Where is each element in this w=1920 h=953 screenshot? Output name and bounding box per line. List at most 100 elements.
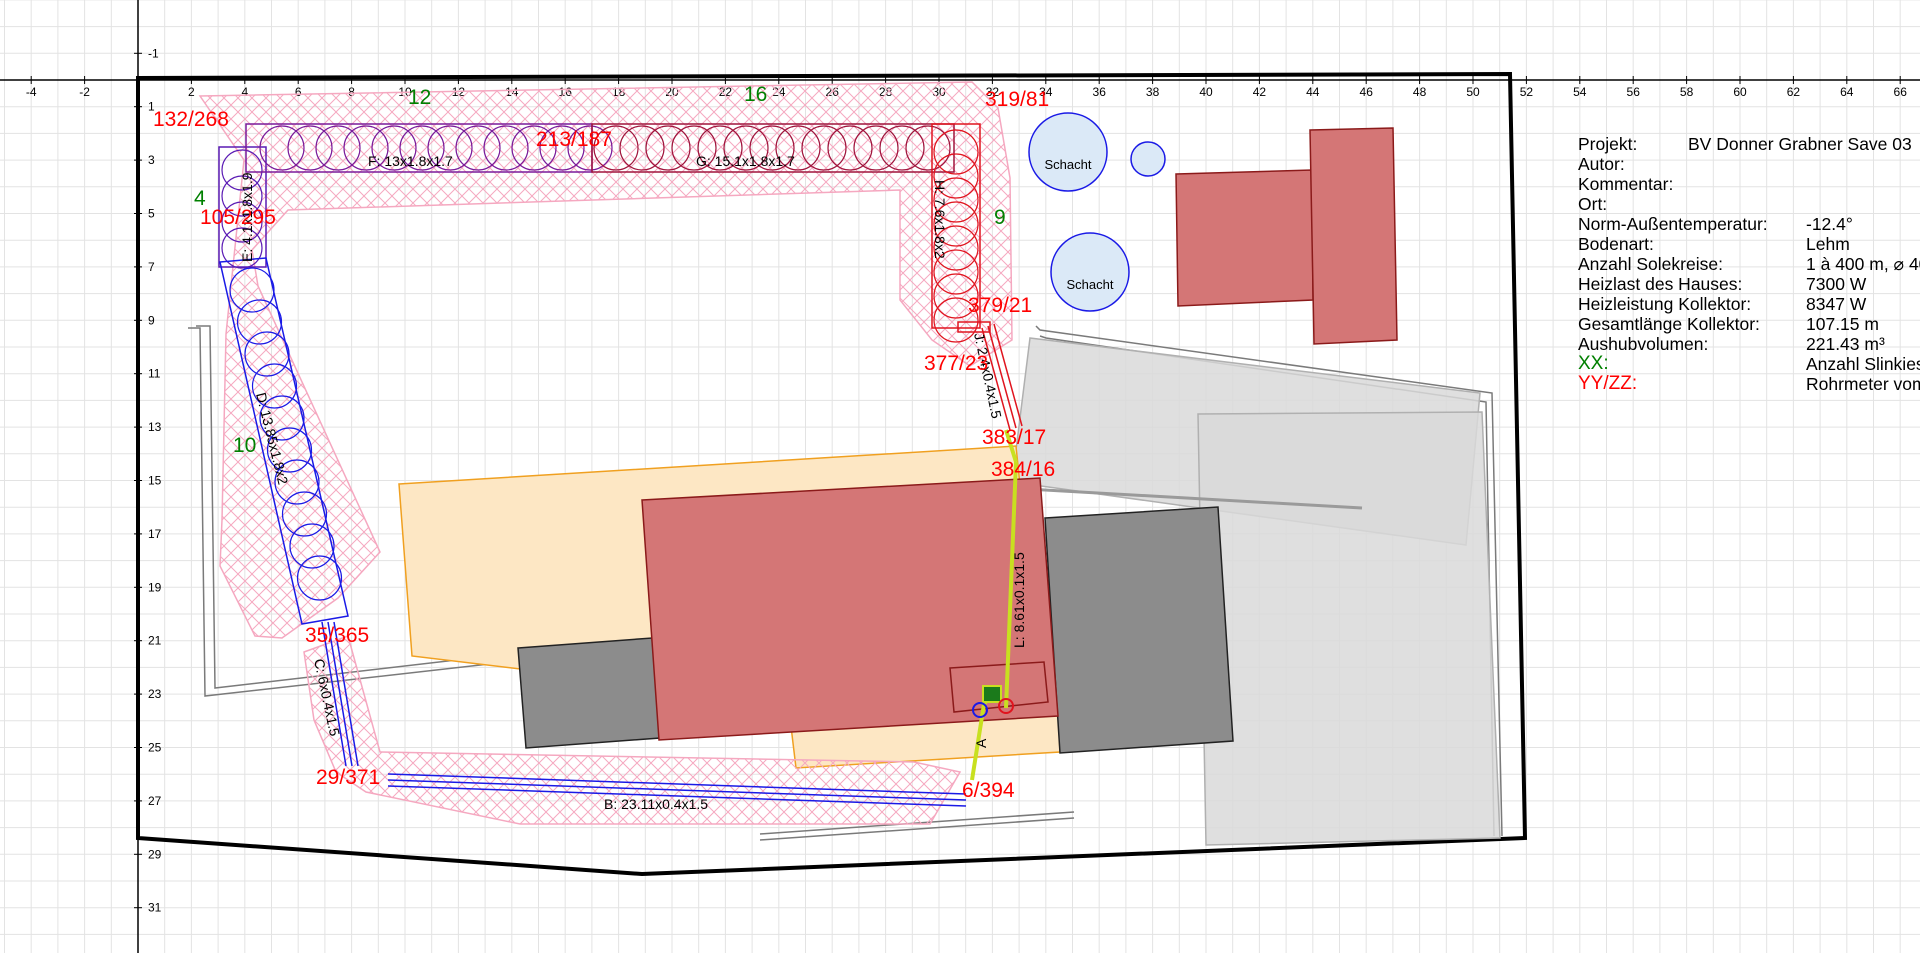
y-tick-label: 29 <box>148 847 162 861</box>
y-tick-label: 21 <box>148 634 162 648</box>
info-label: Autor: <box>1578 154 1625 174</box>
x-tick-label: 58 <box>1680 85 1694 99</box>
y-tick-label: 3 <box>148 153 155 167</box>
info-row: Kommentar: <box>1578 174 1920 194</box>
x-tick-label: 44 <box>1306 85 1320 99</box>
pipe-meter-label: 319/81 <box>985 88 1049 111</box>
info-row-projekt: Projekt: BV Donner Grabner Save 03 <box>1578 134 1920 154</box>
legend-value: Rohrmeter vom Verteiler <box>1806 374 1920 394</box>
shaft-2[interactable]: Schacht <box>1050 232 1130 312</box>
y-tick-label: 5 <box>148 207 155 221</box>
y-tick-label: 27 <box>148 794 162 808</box>
info-label: Aushubvolumen: <box>1578 334 1709 354</box>
info-value: BV Donner Grabner Save 03 <box>1688 134 1912 154</box>
x-tick-label: -4 <box>26 85 37 99</box>
shaft-2-label: Schacht <box>1067 277 1114 292</box>
info-value: 221.43 m³ <box>1806 334 1885 354</box>
info-value: 107.15 m <box>1806 314 1879 334</box>
distributor-box[interactable] <box>982 685 1002 703</box>
y-tick-label: 19 <box>148 580 162 594</box>
y-tick-label: 31 <box>148 901 162 915</box>
shaft-1[interactable]: Schacht <box>1028 112 1108 192</box>
label-collector-g: G: 15.1x1.8x1.7 <box>696 153 795 169</box>
y-tick-label: 13 <box>148 420 162 434</box>
info-row: Autor: <box>1578 154 1920 174</box>
pipe-meter-label: 29/371 <box>316 766 380 789</box>
info-label: Heizleistung Kollektor: <box>1578 294 1752 314</box>
info-row: Anzahl Solekreise: 1 à 400 m, ⌀ 40 <box>1578 254 1920 274</box>
y-tick-label: 17 <box>148 527 162 541</box>
info-label: Heizlast des Hauses: <box>1578 274 1743 294</box>
building-ne-west <box>1175 169 1314 307</box>
info-row: Ort: <box>1578 194 1920 214</box>
info-row: Aushubvolumen: 221.43 m³ <box>1578 334 1920 354</box>
info-label: Anzahl Solekreise: <box>1578 254 1723 274</box>
pipe-meter-label: 379/21 <box>968 294 1032 317</box>
x-tick-label: 48 <box>1413 85 1427 99</box>
slinky-count: 9 <box>994 206 1006 229</box>
slinky-count: 4 <box>194 187 206 210</box>
label-collector-a: A <box>973 738 989 748</box>
pipe-meter-label: 105/295 <box>200 206 276 229</box>
info-label: Gesamtlänge Kollektor: <box>1578 314 1760 334</box>
pipe-meter-label: 377/23 <box>924 352 988 375</box>
shaft-1-label: Schacht <box>1045 157 1092 172</box>
legend-row-slinkies: XX: Anzahl Slinkies <box>1578 353 1920 375</box>
y-tick-label: 11 <box>148 367 161 381</box>
x-tick-label: 56 <box>1627 85 1641 99</box>
info-row: Heizleistung Kollektor: 8347 W <box>1578 294 1920 314</box>
garage-west <box>517 637 661 749</box>
info-value: -12.4° <box>1806 214 1853 234</box>
pipe-meter-label: 383/17 <box>982 426 1046 449</box>
garage-east <box>1044 506 1234 754</box>
info-row: Heizlast des Hauses: 7300 W <box>1578 274 1920 294</box>
shaft-small[interactable] <box>1130 141 1166 177</box>
x-tick-label: 46 <box>1360 85 1374 99</box>
info-row: Bodenart: Lehm <box>1578 234 1920 254</box>
pipe-meter-label: 384/16 <box>991 458 1055 481</box>
slinky-count: 16 <box>744 83 767 106</box>
info-label: Ort: <box>1578 194 1608 214</box>
y-tick-label: -1 <box>148 46 159 60</box>
x-tick-label: 62 <box>1787 85 1801 99</box>
x-tick-label: 60 <box>1733 85 1747 99</box>
info-row: Gesamtlänge Kollektor: 107.15 m <box>1578 314 1920 334</box>
x-tick-label: 2 <box>188 85 195 99</box>
pipe-meter-label: 6/394 <box>962 779 1015 802</box>
info-label: Projekt: <box>1578 134 1638 154</box>
x-tick-label: 50 <box>1466 85 1480 99</box>
info-value: Lehm <box>1806 234 1850 254</box>
info-label: Bodenart: <box>1578 234 1654 254</box>
x-tick-label: 64 <box>1840 85 1854 99</box>
info-value: 8347 W <box>1806 294 1867 314</box>
info-value: 7300 W <box>1806 274 1867 294</box>
y-tick-label: 23 <box>148 687 162 701</box>
carport-area <box>1197 411 1501 846</box>
legend-key: YY/ZZ: <box>1578 373 1638 394</box>
x-tick-label: 66 <box>1894 85 1908 99</box>
label-collector-b: B: 23.11x0.4x1.5 <box>604 796 708 812</box>
info-row: Norm-Außentemperatur: -12.4° <box>1578 214 1920 234</box>
label-collector-f: F: 13x1.8x1.7 <box>368 153 453 169</box>
slinky-count: 10 <box>233 434 256 457</box>
info-label: Kommentar: <box>1578 174 1674 194</box>
label-collector-h: H: 7.6x1.8x2 <box>932 180 948 259</box>
plan-stage: -4-2246810121416182022242628303234363840… <box>0 0 1920 953</box>
legend-row-pipe-meters: YY/ZZ: Rohrmeter vom Verteiler <box>1578 373 1920 395</box>
legend-value: Anzahl Slinkies <box>1806 354 1920 374</box>
pipe-meter-label: 132/268 <box>153 108 229 131</box>
slinky-count: 12 <box>408 86 431 109</box>
info-value: 1 à 400 m, ⌀ 40 <box>1806 254 1920 274</box>
building-ne-east <box>1309 127 1398 345</box>
x-tick-label: 40 <box>1199 85 1213 99</box>
y-tick-label: 15 <box>148 474 162 488</box>
legend-key: XX: <box>1578 353 1609 374</box>
x-tick-label: 54 <box>1573 85 1587 99</box>
label-collector-l: L: 8.61x0.1x1.5 <box>1011 552 1027 648</box>
x-tick-label: 52 <box>1520 85 1534 99</box>
x-tick-label: -2 <box>79 85 90 99</box>
y-tick-label: 7 <box>148 260 155 274</box>
y-tick-label: 9 <box>148 313 155 327</box>
x-tick-label: 36 <box>1093 85 1107 99</box>
pipe-meter-label: 213/187 <box>536 128 612 151</box>
